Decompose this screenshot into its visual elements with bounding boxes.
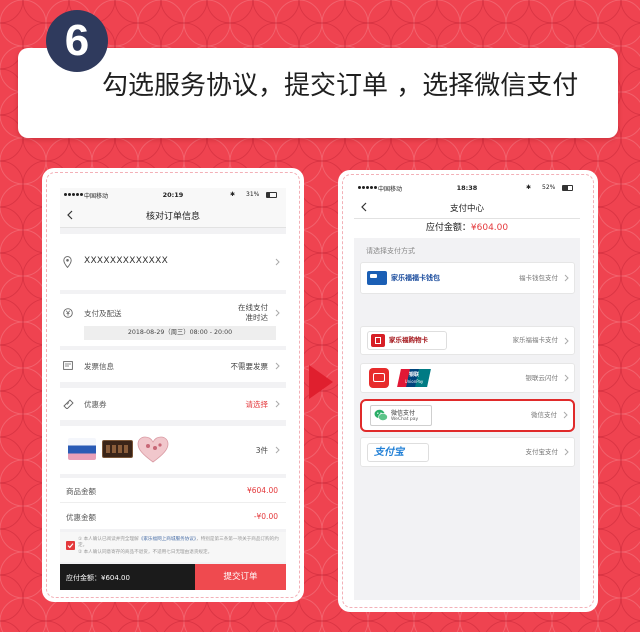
battery-icon [266, 192, 277, 198]
address-text: XXXXXXXXXXXXX [84, 256, 169, 266]
agreement-checkbox[interactable] [66, 541, 75, 550]
checkmark-icon [67, 543, 74, 549]
option-name: 支付宝 [374, 447, 404, 458]
payment-option-wechat-pay[interactable]: 微信支付 WeChat pay 微信支付 [360, 399, 575, 432]
chevron-right-icon [563, 411, 568, 419]
payment-center-screen: 中国移动 18:38 ✱ 52% 支付中心 应付金额：¥604.00 请选择支付… [354, 180, 580, 600]
order-confirm-screen: 中国移动 20:19 ✱ 31% 核对订单信息 XXXXXXXXXXXXX 支付… [60, 188, 286, 590]
chevron-right-icon [275, 309, 280, 317]
option-name: 家乐福福卡钱包 [391, 274, 440, 282]
heart-chocolate-thumbnail [137, 436, 169, 463]
status-bar: 中国移动 18:38 ✱ 52% [354, 180, 580, 196]
option-action: 支付宝支付 [525, 448, 559, 456]
chevron-right-icon [275, 258, 280, 266]
alarm-icon: ✱ [526, 184, 532, 191]
invoice-icon [63, 361, 73, 370]
option-action: 银联云闪付 [525, 374, 559, 382]
discount-amount-label: 优惠金额 [66, 513, 96, 522]
coupon-select-link[interactable]: 请选择 [246, 399, 269, 410]
coupon-label: 优惠券 [84, 400, 107, 409]
option-action: 微信支付 [531, 411, 557, 419]
battery-percent: 31% [246, 191, 260, 198]
payment-option-carrefour-giftcard[interactable]: 家乐福购物卡 家乐福福卡支付 [360, 326, 575, 355]
agreement-text: ① 本人确认已阅读并完全理解《家乐福网上商城服务协议》，特别是第三条第一项关于商… [78, 537, 281, 556]
chevron-right-icon [564, 337, 569, 345]
payment-option-unionpay[interactable]: 银联 UnionPay 银联云闪付 [360, 363, 575, 393]
yen-circle-icon [63, 308, 73, 318]
chocolate-box-thumbnail [102, 440, 133, 458]
option-action: 家乐福福卡支付 [512, 336, 559, 344]
submit-order-button[interactable]: 提交订单 [195, 564, 286, 590]
unionpay-icon: 银联 UnionPay [397, 369, 431, 387]
product-count: 3件 [255, 446, 268, 455]
arrow-right-icon [309, 365, 333, 399]
chevron-right-icon [275, 400, 280, 408]
nav-bar: 支付中心 [354, 196, 580, 219]
unionpay-logo-text-cn: 银联 [408, 372, 419, 378]
invoice-label: 发票信息 [84, 362, 114, 371]
address-row[interactable]: XXXXXXXXXXXXX [60, 234, 286, 290]
option-name: 微信支付 [391, 410, 416, 417]
chevron-right-icon [564, 374, 569, 382]
carrefour-card-icon [367, 271, 387, 285]
quickpass-app-icon [369, 368, 389, 388]
carrefour-gift-card-icon [371, 334, 385, 347]
agreement-line2: ② 本人确认同意寄存的商品不退货，不适用七日无理由退货规定。 [78, 549, 213, 555]
option-name-en: WeChat pay [391, 417, 419, 422]
wechat-pay-logo: 微信支付 WeChat pay [370, 405, 432, 426]
delivery-label: 支付及配送 [84, 309, 122, 318]
option-action: 福卡钱包支付 [519, 274, 558, 282]
invoice-value: 不需要发票 [230, 362, 269, 371]
chevron-right-icon [564, 274, 569, 282]
service-agreement-link[interactable]: 《家乐福网上商城服务协议》 [139, 537, 196, 542]
alipay-icon: 支付宝 [367, 443, 429, 462]
unionpay-logo-text-en: UnionPay [404, 379, 424, 384]
agreement-row: ① 本人确认已阅读并完全理解《家乐福网上商城服务协议》，特别是第三条第一项关于商… [60, 532, 286, 562]
coupon-row[interactable]: 优惠券 请选择 [60, 388, 286, 420]
payable-amount-label: 应付金额： [425, 223, 471, 233]
payment-option-alipay[interactable]: 支付宝 支付宝支付 [360, 437, 575, 467]
step-number-badge: 6 [46, 10, 108, 72]
battery-icon [562, 185, 573, 191]
page-title: 支付中心 [449, 204, 484, 214]
instruction-text: 勾选服务协议，提交订单 ，选择微信支付 [102, 71, 579, 101]
alarm-icon: ✱ [230, 191, 236, 198]
goods-amount-value: ¥604.00 [246, 486, 278, 495]
payable-amount-value: ¥604.00 [470, 223, 509, 233]
goods-amount-row: 商品金额 ¥604.00 [60, 478, 286, 503]
chevron-right-icon [564, 448, 569, 456]
wechat-pay-icon [374, 409, 388, 421]
payment-option-carrefour-wallet[interactable]: 家乐福福卡钱包 福卡钱包支付 [360, 262, 575, 294]
invoice-row[interactable]: 发票信息 不需要发票 [60, 350, 286, 382]
payable-bar: 应付金额：¥604.00 [60, 564, 195, 590]
section-title: 请选择支付方式 [366, 247, 415, 255]
pad-pack-thumbnail [68, 438, 96, 460]
agreement-line1-prefix: ① 本人确认已阅读并完全理解 [78, 537, 139, 542]
discount-amount-row: 优惠金额 -¥0.00 [60, 503, 286, 529]
payment-delivery-row[interactable]: 支付及配送 在线支付 准时达 2018-08-29（周三）08:00 - 20:… [60, 294, 286, 346]
battery-percent: 52% [542, 184, 556, 191]
goods-amount-label: 商品金额 [66, 487, 96, 496]
payable-amount-row: 应付金额：¥604.00 [354, 219, 580, 238]
delivery-time-slot: 2018-08-29（周三）08:00 - 20:00 [84, 326, 276, 340]
products-row[interactable]: 3件 [60, 426, 286, 474]
chevron-right-icon [275, 362, 280, 370]
ship-method-value: 准时达 [245, 313, 269, 322]
location-pin-icon [63, 256, 72, 268]
nav-bar: 核对订单信息 [60, 202, 286, 228]
page-title: 核对订单信息 [145, 212, 200, 222]
option-name: 家乐福购物卡 [389, 336, 428, 344]
discount-amount-value: -¥0.00 [253, 512, 278, 521]
status-bar: 中国移动 20:19 ✱ 31% [60, 188, 286, 202]
carrefour-gift-card-logo: 家乐福购物卡 [367, 331, 447, 350]
chevron-right-icon [275, 446, 280, 454]
payable-amount: 应付金额：¥604.00 [66, 574, 130, 582]
instruction-banner: 勾选服务协议，提交订单 ，选择微信支付 [18, 48, 618, 138]
coupon-icon [63, 399, 74, 409]
